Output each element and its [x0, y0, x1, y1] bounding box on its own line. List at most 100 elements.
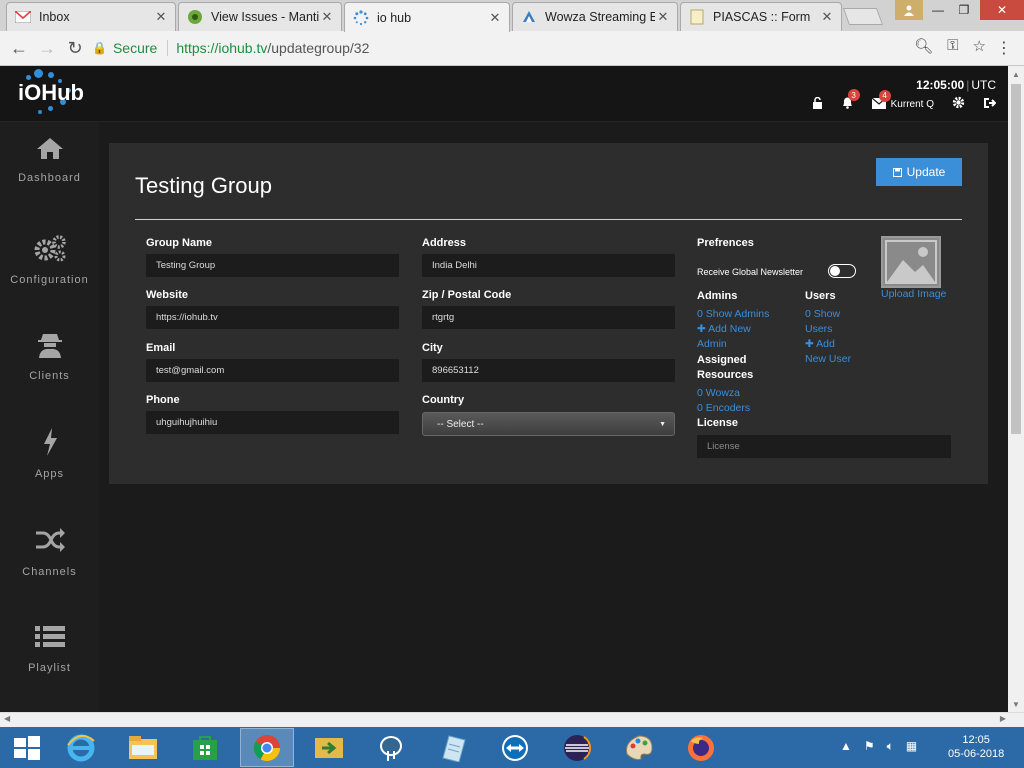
username: Kurrent Q — [890, 98, 934, 110]
logo[interactable]: iOHub — [0, 66, 99, 122]
website-field[interactable]: https://iohub.tv — [146, 306, 399, 329]
menu-icon[interactable]: ⋮ — [996, 38, 1012, 58]
internet-explorer-icon[interactable] — [54, 728, 108, 767]
tab-mantis[interactable]: View Issues - Mantis ✕ — [178, 2, 342, 31]
sidebar-item-channels[interactable]: Channels — [0, 526, 99, 580]
volume-icon[interactable]: 🔈︎ — [887, 739, 894, 754]
header-clock: 12:05:00 | UTC — [916, 78, 996, 92]
preferences-heading: Prefrences — [697, 237, 754, 249]
browser-toolbar: ← → ↻ 🔒 Secure https://iohub.tv /updateg… — [0, 31, 1024, 66]
zoom-icon[interactable]: 🔍︎ — [914, 37, 933, 55]
encoders-link[interactable]: 0 Encoders — [697, 401, 750, 416]
sidebar-item-clients[interactable]: Clients — [0, 330, 99, 384]
profile-icon[interactable] — [895, 0, 923, 20]
wowza-link[interactable]: 0 Wowza — [697, 386, 740, 401]
sidebar-item-apps[interactable]: Apps — [0, 428, 99, 482]
tray-expand-icon[interactable]: ▲ — [840, 739, 852, 754]
logout-icon[interactable] — [983, 97, 997, 112]
show-admins-link[interactable]: 0 Show Admins — [697, 307, 769, 322]
sidebar-item-label: Channels — [22, 566, 77, 578]
email-field[interactable]: test@gmail.com — [146, 359, 399, 382]
license-field[interactable]: License — [697, 435, 951, 458]
window-close-button[interactable]: ✕ — [980, 0, 1024, 20]
horizontal-scrollbar[interactable]: ◀ ▶ — [0, 712, 1024, 727]
unlock-icon[interactable] — [812, 96, 823, 112]
add-new-admin-link[interactable]: ✚ Add New — [697, 322, 751, 337]
vertical-scrollbar[interactable]: ▲ ▼ — [1008, 66, 1024, 712]
messages-menu[interactable]: 4 Kurrent Q — [871, 89, 934, 112]
close-icon[interactable]: ✕ — [487, 10, 503, 26]
bell-icon[interactable]: 3 — [841, 89, 860, 112]
taskbar-clock[interactable]: 12:05 05-06-2018 — [948, 733, 1004, 761]
country-label: Country — [422, 394, 465, 406]
reload-icon[interactable]: ↻ — [64, 37, 86, 59]
firefox-icon[interactable] — [674, 728, 728, 767]
key-icon[interactable]: ⚿ — [947, 37, 958, 55]
tab-inbox[interactable]: Inbox ✕ — [6, 2, 176, 31]
eclipse-icon[interactable] — [550, 728, 604, 767]
gear-icon[interactable] — [952, 96, 965, 112]
taskbar-date: 05-06-2018 — [948, 748, 1005, 760]
flag-icon[interactable]: ⚑ — [864, 739, 875, 754]
update-button[interactable]: Update — [876, 158, 962, 186]
sidebar-item-configuration[interactable]: Configuration — [0, 234, 99, 288]
close-icon[interactable]: ✕ — [819, 9, 835, 25]
zip-field[interactable]: rtgrtg — [422, 306, 675, 329]
app-header: iOHub 12:05:00 | UTC 3 4 Kurrent Q — [0, 66, 1008, 122]
show-users-link[interactable]: 0 Show — [805, 307, 840, 322]
scroll-right-icon[interactable]: ▶ — [1000, 714, 1006, 723]
forward-icon[interactable]: → — [36, 37, 58, 59]
paint-icon[interactable] — [612, 728, 666, 767]
postgresql-icon[interactable] — [364, 728, 418, 767]
envelope-icon: 4 — [871, 89, 891, 112]
scroll-up-icon[interactable]: ▲ — [1012, 70, 1020, 79]
plus-icon: ✚ — [805, 338, 817, 350]
scroll-left-icon[interactable]: ◀ — [4, 714, 10, 723]
scroll-down-icon[interactable]: ▼ — [1012, 700, 1020, 709]
group-name-field[interactable]: Testing Group — [146, 254, 399, 277]
restore-button[interactable]: ❐ — [950, 0, 978, 20]
star-icon[interactable]: ☆ — [973, 37, 986, 55]
page-title: Testing Group — [135, 173, 272, 198]
close-icon[interactable]: ✕ — [655, 9, 671, 25]
city-field[interactable]: 896653112 — [422, 359, 675, 382]
tab-piascas[interactable]: PIASCAS :: Form ✕ — [680, 2, 842, 31]
tab-iohub[interactable]: io hub ✕ — [344, 2, 510, 32]
app-arrow-icon[interactable] — [302, 728, 356, 767]
sidebar-item-dashboard[interactable]: Dashboard — [0, 136, 99, 186]
back-icon[interactable]: ← — [8, 37, 30, 59]
newsletter-label: Receive Global Newsletter — [697, 267, 804, 277]
notes-icon[interactable] — [426, 728, 480, 767]
add-new-admin-link-line2[interactable]: Admin — [697, 337, 727, 352]
new-tab-button[interactable] — [842, 8, 884, 25]
windows-start-icon[interactable] — [0, 728, 54, 767]
teamviewer-icon[interactable] — [488, 728, 542, 767]
taskbar-time: 12:05 — [962, 734, 990, 746]
tab-wowza[interactable]: Wowza Streaming E ✕ — [512, 2, 678, 31]
close-icon[interactable]: ✕ — [153, 9, 169, 25]
newsletter-toggle[interactable] — [828, 264, 856, 278]
address-field[interactable]: India Delhi — [422, 254, 675, 277]
store-icon[interactable] — [178, 728, 232, 767]
minimize-button[interactable]: — — [924, 0, 952, 20]
close-icon[interactable]: ✕ — [319, 9, 335, 25]
show-users-link-line2[interactable]: Users — [805, 322, 832, 337]
scrollbar-thumb[interactable] — [1011, 84, 1021, 434]
windows-taskbar: ▲ ⚑ 🔈︎ ▦ 12:05 05-06-2018 — [0, 727, 1024, 768]
phone-field[interactable]: uhguihujhuihiu — [146, 411, 399, 434]
assigned-resources-heading-line2: Resources — [697, 369, 754, 381]
tab-title: View Issues - Mantis — [211, 10, 319, 24]
sidebar-item-label: Playlist — [28, 662, 71, 674]
wowza-icon — [521, 9, 537, 25]
url-path: /updategroup/32 — [267, 40, 370, 56]
address-bar[interactable]: 🔒 Secure https://iohub.tv /updategroup/3… — [92, 35, 992, 61]
file-explorer-icon[interactable] — [116, 728, 170, 767]
sidebar-item-label: Clients — [29, 370, 70, 382]
add-new-user-link-line2[interactable]: New User — [805, 352, 851, 367]
upload-image-link[interactable]: Upload Image — [881, 287, 946, 302]
sidebar-item-playlist[interactable]: Playlist — [0, 624, 99, 676]
network-icon[interactable]: ▦ — [906, 739, 917, 754]
add-new-user-link[interactable]: ✚ Add — [805, 337, 835, 352]
country-select[interactable]: -- Select -- ▼ — [422, 412, 675, 436]
chrome-icon[interactable] — [240, 728, 294, 767]
